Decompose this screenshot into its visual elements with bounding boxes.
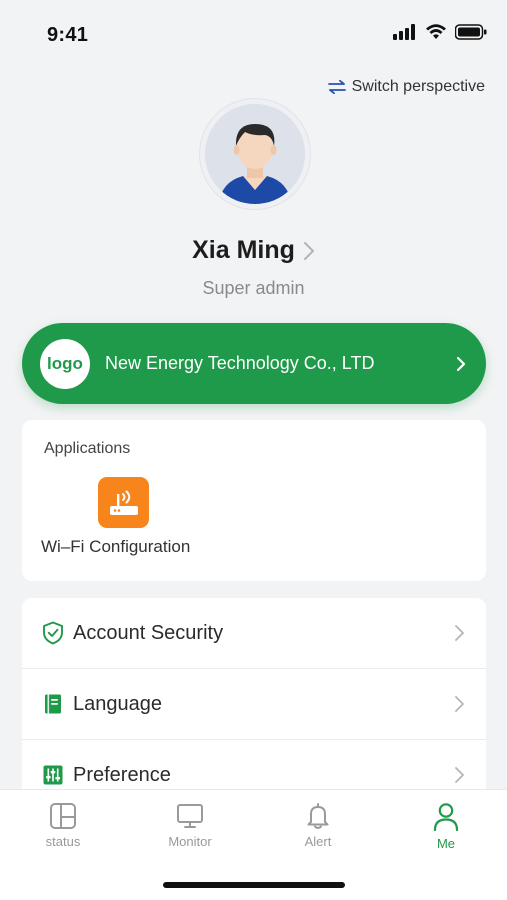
company-logo: logo <box>40 338 90 389</box>
wifi-icon <box>426 24 446 39</box>
tab-alert[interactable]: Alert <box>278 802 358 849</box>
switch-perspective-label: Switch perspective <box>351 78 485 95</box>
applications-card: Applications Wi–Fi Configuration <box>22 420 486 581</box>
menu-item-label: Preference <box>73 763 171 786</box>
shield-check-icon <box>42 621 64 645</box>
chevron-right-icon <box>455 625 464 641</box>
tab-label: Monitor <box>168 834 212 849</box>
dashboard-icon <box>50 803 76 829</box>
avatar-image <box>205 104 305 204</box>
wifi-configuration-app-icon[interactable] <box>98 477 149 528</box>
book-icon <box>42 693 64 715</box>
user-avatar-icon <box>205 104 305 204</box>
menu-item-language[interactable]: Language <box>22 669 486 739</box>
company-logo-text: logo <box>47 353 83 373</box>
switch-perspective-button[interactable]: Switch perspective <box>327 78 485 96</box>
wifi-configuration-label[interactable]: Wi–Fi Configuration <box>41 537 190 557</box>
chevron-right-icon <box>456 356 466 371</box>
chevron-right-icon <box>303 241 314 260</box>
user-name: Xia Ming <box>192 236 295 264</box>
company-card[interactable]: logo New Energy Technology Co., LTD <box>22 323 486 404</box>
person-icon <box>433 803 459 832</box>
avatar[interactable] <box>199 98 311 210</box>
tab-label: status <box>45 834 81 849</box>
tab-me[interactable]: Me <box>406 802 486 851</box>
tab-status[interactable]: status <box>23 802 103 849</box>
sliders-icon <box>42 764 64 786</box>
tab-label: Me <box>436 836 456 851</box>
tab-monitor[interactable]: Monitor <box>150 802 230 849</box>
chevron-right-icon <box>455 767 464 783</box>
battery-icon <box>455 24 487 40</box>
home-indicator <box>163 882 345 888</box>
menu-item-label: Account Security <box>73 621 224 644</box>
monitor-icon <box>177 804 203 828</box>
tab-label: Alert <box>304 834 332 849</box>
user-name-row[interactable]: Xia Ming <box>0 236 507 265</box>
bell-icon <box>307 803 329 829</box>
menu-item-account-security[interactable]: Account Security <box>22 598 486 668</box>
router-wifi-icon <box>109 490 138 515</box>
swap-arrows-icon <box>327 80 346 94</box>
status-time: 9:41 <box>47 24 89 46</box>
status-bar: 9:41 <box>0 0 507 68</box>
status-icons <box>393 24 487 40</box>
cellular-signal-icon <box>393 24 415 40</box>
company-name: New Energy Technology Co., LTD <box>105 353 375 373</box>
chevron-right-icon <box>455 696 464 712</box>
applications-title: Applications <box>44 440 131 457</box>
user-role: Super admin <box>202 278 305 298</box>
menu-item-label: Language <box>73 692 162 715</box>
